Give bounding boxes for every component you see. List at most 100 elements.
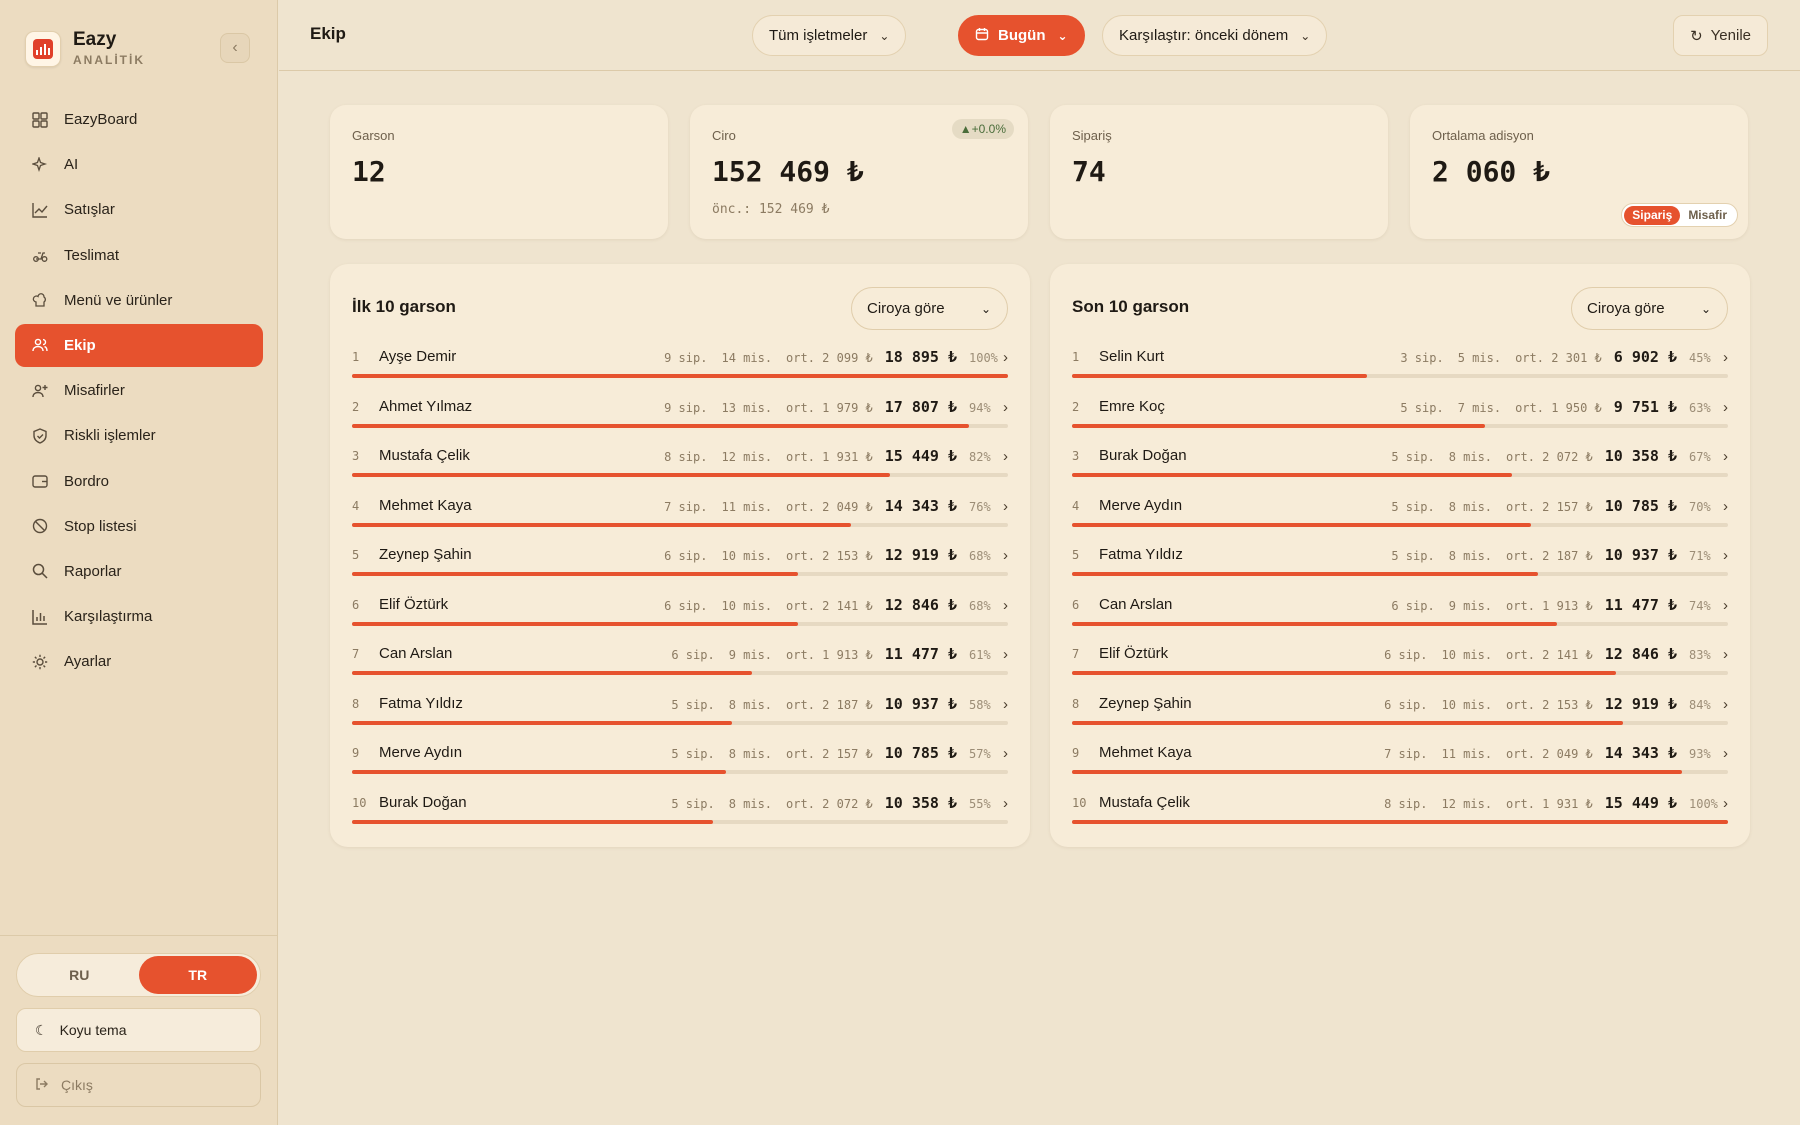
order-count: 5 sip. <box>1391 499 1435 514</box>
progress-fill <box>1072 621 1558 626</box>
logout-button[interactable]: Çıkış <box>16 1063 261 1107</box>
waiter-row[interactable]: 1 Selin Kurt 3 sip. 5 mis. ort. 2 301 ₺ 6 902… <box>1072 329 1728 379</box>
brand[interactable]: Eazy ANALİTİK <box>25 30 145 67</box>
waiter-row[interactable]: 9 Mehmet Kaya 7 sip. 11 mis. ort. 2 049 ₺ 14 … <box>1072 725 1728 775</box>
chevron-right-icon[interactable]: › <box>1003 399 1008 416</box>
sidebar-item-bordro[interactable]: Bordro <box>15 460 263 503</box>
waiter-row[interactable]: 10 Burak Doğan 5 sip. 8 mis. ort. 2 072 ₺ 10 … <box>352 775 1008 825</box>
rank: 6 <box>1072 597 1080 612</box>
waiter-row[interactable]: 2 Emre Koç 5 sip. 7 mis. ort. 1 950 ₺ 9 751 ₺… <box>1072 379 1728 429</box>
sidebar-item-stop-listesi[interactable]: Stop listesi <box>15 505 263 548</box>
waiter-row[interactable]: 5 Fatma Yıldız 5 sip. 8 mis. ort. 2 187 ₺ 10 … <box>1072 527 1728 577</box>
rank: 8 <box>1072 696 1080 711</box>
chevron-right-icon[interactable]: › <box>1723 399 1728 416</box>
guest-count: 11 mis. <box>721 499 773 514</box>
compare-filter-dropdown[interactable]: Karşılaştır: önceki dönem ⌄ <box>1102 15 1328 56</box>
avg-mode-order-button[interactable]: Sipariş <box>1624 205 1681 225</box>
collapse-sidebar-button[interactable]: ‹ <box>220 33 250 63</box>
waiter-row[interactable]: 4 Merve Aydın 5 sip. 8 mis. ort. 2 157 ₺ 10 7… <box>1072 478 1728 528</box>
lang-ru-button[interactable]: RU <box>20 956 139 994</box>
revenue-percent: 83% <box>1689 648 1711 662</box>
sort-dropdown[interactable]: Ciroya göre ⌄ <box>851 287 1008 330</box>
logout-icon <box>35 1077 49 1094</box>
chevron-right-icon[interactable]: › <box>1723 646 1728 663</box>
chevron-right-icon[interactable]: › <box>1723 349 1728 366</box>
average-check: ort. 1 913 ₺ <box>1506 598 1593 613</box>
sidebar-item-riskli-işlemler[interactable]: Riskli işlemler <box>15 414 263 457</box>
sidebar-item-ai[interactable]: AI <box>15 143 263 186</box>
chevron-right-icon[interactable]: › <box>1723 547 1728 564</box>
date-filter-label: Bugün <box>998 27 1046 44</box>
chevron-right-icon[interactable]: › <box>1723 448 1728 465</box>
average-check: ort. 2 157 ₺ <box>786 747 873 761</box>
guest-count: 12 mis. <box>721 450 773 464</box>
chevron-right-icon[interactable]: › <box>1723 696 1728 713</box>
refresh-button[interactable]: ↻ Yenile <box>1673 15 1768 56</box>
waiter-row[interactable]: 6 Can Arslan 6 sip. 9 mis. ort. 1 913 ₺ 11 47… <box>1072 577 1728 627</box>
average-check: ort. 1 979 ₺ <box>786 400 873 415</box>
sidebar-item-satışlar[interactable]: Satışlar <box>15 188 263 231</box>
sidebar-item-teslimat[interactable]: Teslimat <box>15 234 263 277</box>
progress-fill <box>1072 720 1624 725</box>
kpi-label: Sipariş <box>1072 128 1112 143</box>
waiter-row[interactable]: 9 Merve Aydın 5 sip. 8 mis. ort. 2 157 ₺ 10 7… <box>352 725 1008 775</box>
chevron-right-icon[interactable]: › <box>1723 498 1728 515</box>
order-count: 5 sip. <box>671 697 715 712</box>
kpi-revenue-card: Ciro ▲+0.0% 152 469 ₺ önc.: 152 469 ₺ <box>690 105 1028 239</box>
chevron-right-icon[interactable]: › <box>1003 597 1008 614</box>
revenue-amount: 9 751 ₺ <box>1613 397 1677 416</box>
progress-track <box>352 671 1008 675</box>
chevron-right-icon[interactable]: › <box>1723 597 1728 614</box>
sidebar-item-menü-ve-ürünler[interactable]: Menü ve ürünler <box>15 279 263 322</box>
sidebar-item-misafirler[interactable]: Misafirler <box>15 369 263 412</box>
chevron-right-icon[interactable]: › <box>1003 547 1008 564</box>
lang-tr-button[interactable]: TR <box>138 956 257 994</box>
waiter-row[interactable]: 1 Ayşe Demir 9 sip. 14 mis. ort. 2 099 ₺ 18 8… <box>352 329 1008 379</box>
waiter-row[interactable]: 5 Zeynep Şahin 6 sip. 10 mis. ort. 2 153 ₺ 12… <box>352 527 1008 577</box>
waiter-row[interactable]: 3 Burak Doğan 5 sip. 8 mis. ort. 2 072 ₺ 10 3… <box>1072 428 1728 478</box>
average-check: ort. 2 049 ₺ <box>1506 747 1593 761</box>
sidebar-item-label: Ayarlar <box>64 653 112 671</box>
business-filter-dropdown[interactable]: Tüm işletmeler ⌄ <box>752 15 907 56</box>
chevron-right-icon[interactable]: › <box>1003 498 1008 515</box>
sidebar-item-ekip[interactable]: Ekip <box>15 323 263 367</box>
sidebar-item-eazyboard[interactable]: EazyBoard <box>15 98 263 141</box>
progress-fill <box>352 572 799 576</box>
date-filter-dropdown[interactable]: Bugün ⌄ <box>958 15 1085 56</box>
sidebar-item-karşılaştırma[interactable]: Karşılaştırma <box>15 595 263 638</box>
chevron-right-icon[interactable]: › <box>1723 745 1728 762</box>
chevron-right-icon[interactable]: › <box>1003 646 1008 663</box>
sidebar-item-raporlar[interactable]: Raporlar <box>15 550 263 593</box>
waiter-row[interactable]: 6 Elif Öztürk 6 sip. 10 mis. ort. 2 141 ₺ 12 … <box>352 577 1008 627</box>
revenue-percent: 67% <box>1689 450 1711 464</box>
chevron-left-icon: ‹ <box>232 39 238 56</box>
waiter-row[interactable]: 2 Ahmet Yılmaz 9 sip. 13 mis. ort. 1 979 ₺ 17… <box>352 379 1008 429</box>
waiter-row[interactable]: 10 Mustafa Çelik 8 sip. 12 mis. ort. 1 931 ₺… <box>1072 775 1728 825</box>
waiter-row[interactable]: 7 Can Arslan 6 sip. 9 mis. ort. 1 913 ₺ 11 47… <box>352 626 1008 676</box>
progress-fill <box>1072 522 1532 527</box>
chevron-right-icon[interactable]: › <box>1003 745 1008 762</box>
revenue-amount: 14 343 ₺ <box>884 496 957 515</box>
waiter-name: Zeynep Şahin <box>379 546 472 563</box>
rank: 4 <box>1072 498 1080 513</box>
chevron-right-icon[interactable]: › <box>1003 696 1008 713</box>
waiter-row[interactable]: 8 Zeynep Şahin 6 sip. 10 mis. ort. 2 153 ₺ 12… <box>1072 676 1728 726</box>
avg-mode-guest-button[interactable]: Misafir <box>1680 206 1735 225</box>
waiter-name: Burak Doğan <box>1099 447 1187 464</box>
waiter-row[interactable]: 3 Mustafa Çelik 8 sip. 12 mis. ort. 1 931 ₺ 1… <box>352 428 1008 478</box>
waiter-name: Can Arslan <box>379 645 453 662</box>
waiter-row[interactable]: 8 Fatma Yıldız 5 sip. 8 mis. ort. 2 187 ₺ 10 … <box>352 676 1008 726</box>
waiter-row[interactable]: 4 Mehmet Kaya 7 sip. 11 mis. ort. 2 049 ₺ 14 … <box>352 478 1008 528</box>
chevron-right-icon[interactable]: › <box>1003 795 1008 812</box>
chevron-right-icon[interactable]: › <box>1723 795 1728 812</box>
dark-theme-button[interactable]: ☾ Koyu tema <box>16 1008 261 1052</box>
revenue-amount: 14 343 ₺ <box>1604 744 1677 762</box>
guest-count: 11 mis. <box>1441 747 1493 761</box>
sidebar-item-ayarlar[interactable]: Ayarlar <box>15 640 263 683</box>
waiter-row[interactable]: 7 Elif Öztürk 6 sip. 10 mis. ort. 2 141 ₺ 12 … <box>1072 626 1728 676</box>
progress-track <box>352 819 1008 824</box>
chevron-right-icon[interactable]: › <box>1003 448 1008 465</box>
sort-dropdown[interactable]: Ciroya göre ⌄ <box>1571 287 1728 330</box>
chevron-right-icon[interactable]: › <box>1003 349 1008 366</box>
progress-track <box>352 423 1008 428</box>
